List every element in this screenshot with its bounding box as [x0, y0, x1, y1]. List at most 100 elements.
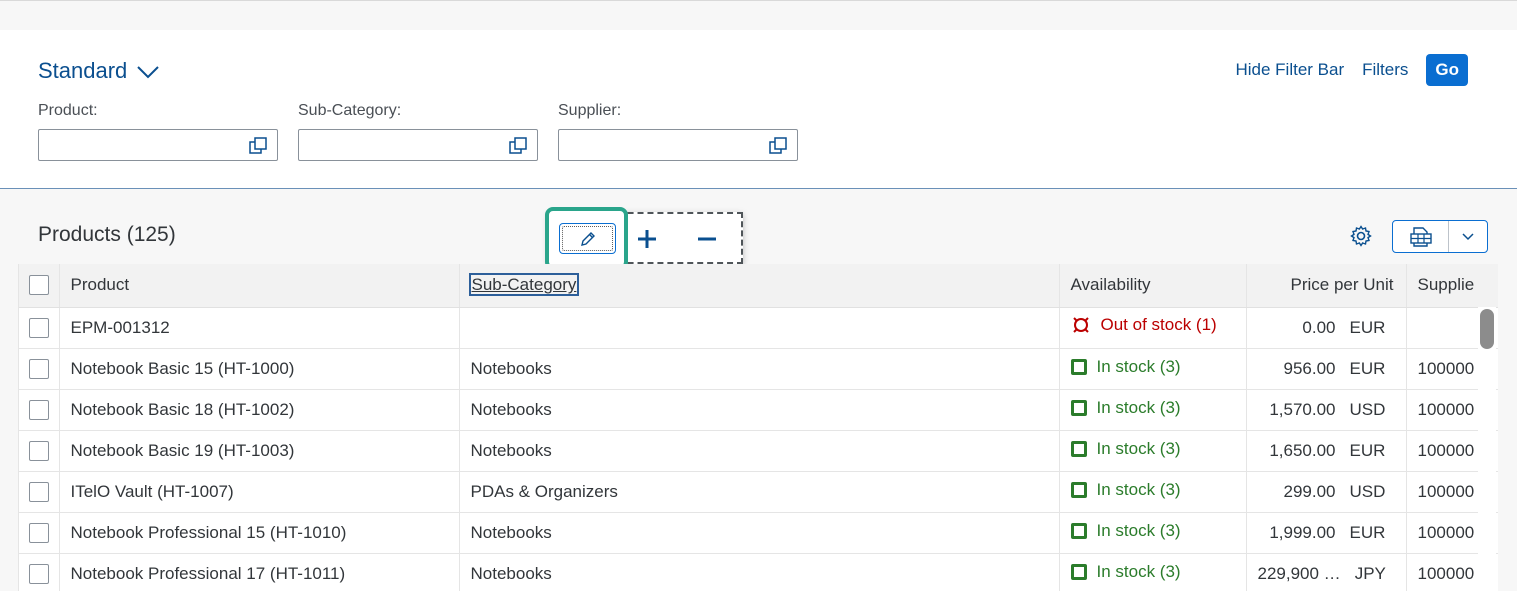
subcategory-filter-label: Sub-Category: [298, 102, 402, 119]
price-amount: 229,900 … [1257, 563, 1341, 583]
filter-bar-actions: Hide Filter Bar Filters Go [1235, 54, 1468, 86]
row-checkbox[interactable] [29, 399, 49, 420]
availability-cell: In stock (3) [1059, 389, 1247, 431]
column-header-supplier[interactable]: Supplie [1406, 264, 1498, 308]
in-stock-icon [1070, 359, 1087, 375]
export-button[interactable] [1392, 220, 1488, 253]
product-cell: Notebook Basic 15 (HT-1000) [59, 348, 460, 390]
column-header-price[interactable]: Price per Unit [1246, 264, 1407, 308]
table-row[interactable]: Notebook Professional 15 (HT-1010) Notebo… [19, 512, 1498, 554]
vertical-scrollbar[interactable] [1478, 307, 1496, 591]
availability-text: In stock (3) [1096, 521, 1181, 540]
availability-cell: In stock (3) [1059, 471, 1247, 513]
column-header-availability[interactable]: Availability [1059, 264, 1247, 308]
gear-icon[interactable] [1349, 224, 1373, 248]
column-header-subcategory[interactable]: Sub-Category [459, 264, 1060, 308]
availability-text: Out of stock (1) [1100, 315, 1217, 334]
value-help-icon[interactable] [769, 137, 787, 155]
product-filter: Product: [38, 102, 278, 161]
price-amount: 0.00 [1302, 317, 1336, 337]
availability-cell: In stock (3) [1059, 348, 1247, 390]
column-header-product[interactable]: Product [59, 264, 460, 308]
row-select-cell [19, 430, 60, 472]
subcategory-cell: Notebooks [459, 430, 1060, 472]
price-cell: 956.00 EUR [1246, 348, 1407, 390]
column-header-label: Sub-Category [468, 273, 580, 297]
variant-selector[interactable]: Standard [38, 58, 160, 84]
row-checkbox[interactable] [29, 440, 49, 461]
subcategory-cell: PDAs & Organizers [459, 471, 1060, 513]
table-row[interactable]: Notebook Basic 19 (HT-1003) Notebooks In s… [19, 430, 1498, 472]
availability-text: In stock (3) [1096, 398, 1181, 417]
row-checkbox[interactable] [29, 522, 49, 543]
subcategory-cell: Notebooks [459, 512, 1060, 554]
minus-icon[interactable] [696, 228, 718, 250]
availability-text: In stock (3) [1096, 562, 1181, 581]
select-all-checkbox[interactable] [29, 275, 49, 296]
row-select-cell [19, 553, 60, 591]
availability-status: Out of stock (1) [1071, 315, 1217, 335]
availability-cell: In stock (3) [1059, 553, 1247, 591]
price-amount: 956.00 [1283, 358, 1336, 378]
price-value: 1,999.00 EUR [1269, 523, 1393, 543]
table-row[interactable]: ITelO Vault (HT-1007) PDAs & Organizers In… [19, 471, 1498, 513]
go-button[interactable]: Go [1426, 54, 1468, 86]
row-checkbox[interactable] [29, 358, 49, 379]
subcategory-filter-input[interactable] [298, 129, 538, 161]
table-row[interactable]: Notebook Professional 17 (HT-1011) Notebo… [19, 553, 1498, 591]
row-select-cell [19, 389, 60, 431]
column-header-label: Supplie [1417, 275, 1475, 295]
select-all-cell [19, 264, 60, 308]
scrollbar-thumb[interactable] [1480, 309, 1494, 349]
price-cell: 299.00 USD [1246, 471, 1407, 513]
in-stock-icon [1070, 482, 1087, 498]
price-cell: 1,999.00 EUR [1246, 512, 1407, 554]
row-select-cell [19, 471, 60, 513]
product-filter-label: Product: [38, 102, 98, 119]
subcategory-cell: Notebooks [459, 348, 1060, 390]
value-help-icon[interactable] [509, 137, 527, 155]
table-row[interactable]: Notebook Basic 15 (HT-1000) Notebooks In s… [19, 348, 1498, 390]
price-currency: JPY [1354, 563, 1386, 583]
availability-text: In stock (3) [1096, 357, 1181, 376]
price-cell: 229,900 … JPY [1246, 553, 1407, 591]
subcategory-cell: Notebooks [459, 389, 1060, 431]
row-select-cell [19, 348, 60, 390]
product-cell: Notebook Basic 19 (HT-1003) [59, 430, 460, 472]
table-header-row: Product Sub-Category Availability Price … [19, 264, 1498, 308]
filters-button[interactable]: Filters [1362, 60, 1408, 80]
table-title: Products (125) [38, 223, 176, 246]
supplier-filter-input[interactable] [558, 129, 798, 161]
product-cell: Notebook Basic 18 (HT-1002) [59, 389, 460, 431]
product-cell: Notebook Professional 17 (HT-1011) [59, 553, 460, 591]
price-cell: 0.00 EUR [1246, 307, 1407, 349]
product-filter-input[interactable] [38, 129, 278, 161]
out-of-stock-icon [1072, 317, 1089, 333]
in-stock-icon [1070, 564, 1087, 580]
price-value: 1,650.00 EUR [1269, 441, 1393, 461]
plus-icon[interactable] [636, 228, 658, 250]
shell-top-strip [0, 0, 1517, 30]
price-currency: EUR [1349, 522, 1386, 542]
row-checkbox[interactable] [29, 563, 49, 584]
value-help-icon[interactable] [249, 137, 267, 155]
availability-cell: Out of stock (1) [1059, 307, 1247, 349]
hide-filter-bar-button[interactable]: Hide Filter Bar [1235, 60, 1344, 80]
availability-cell: In stock (3) [1059, 430, 1247, 472]
row-checkbox[interactable] [29, 481, 49, 502]
table-row[interactable]: EPM-001312 Out of stock (1) 0.00 EUR [19, 307, 1498, 349]
edit-button[interactable] [559, 223, 616, 254]
spreadsheet-export-icon [1409, 226, 1432, 247]
price-currency: EUR [1349, 358, 1386, 378]
row-checkbox[interactable] [29, 317, 49, 338]
price-currency: USD [1349, 481, 1386, 501]
products-table: Product Sub-Category Availability Price … [18, 264, 1498, 591]
subcategory-cell: Notebooks [459, 553, 1060, 591]
export-dropdown-arrow[interactable] [1449, 221, 1487, 252]
table-row[interactable]: Notebook Basic 18 (HT-1002) Notebooks In s… [19, 389, 1498, 431]
price-currency: EUR [1349, 317, 1386, 337]
price-value: 229,900 … JPY [1258, 564, 1399, 584]
in-stock-icon [1070, 523, 1087, 539]
export-main-button[interactable] [1393, 221, 1449, 252]
row-select-cell [19, 512, 60, 554]
